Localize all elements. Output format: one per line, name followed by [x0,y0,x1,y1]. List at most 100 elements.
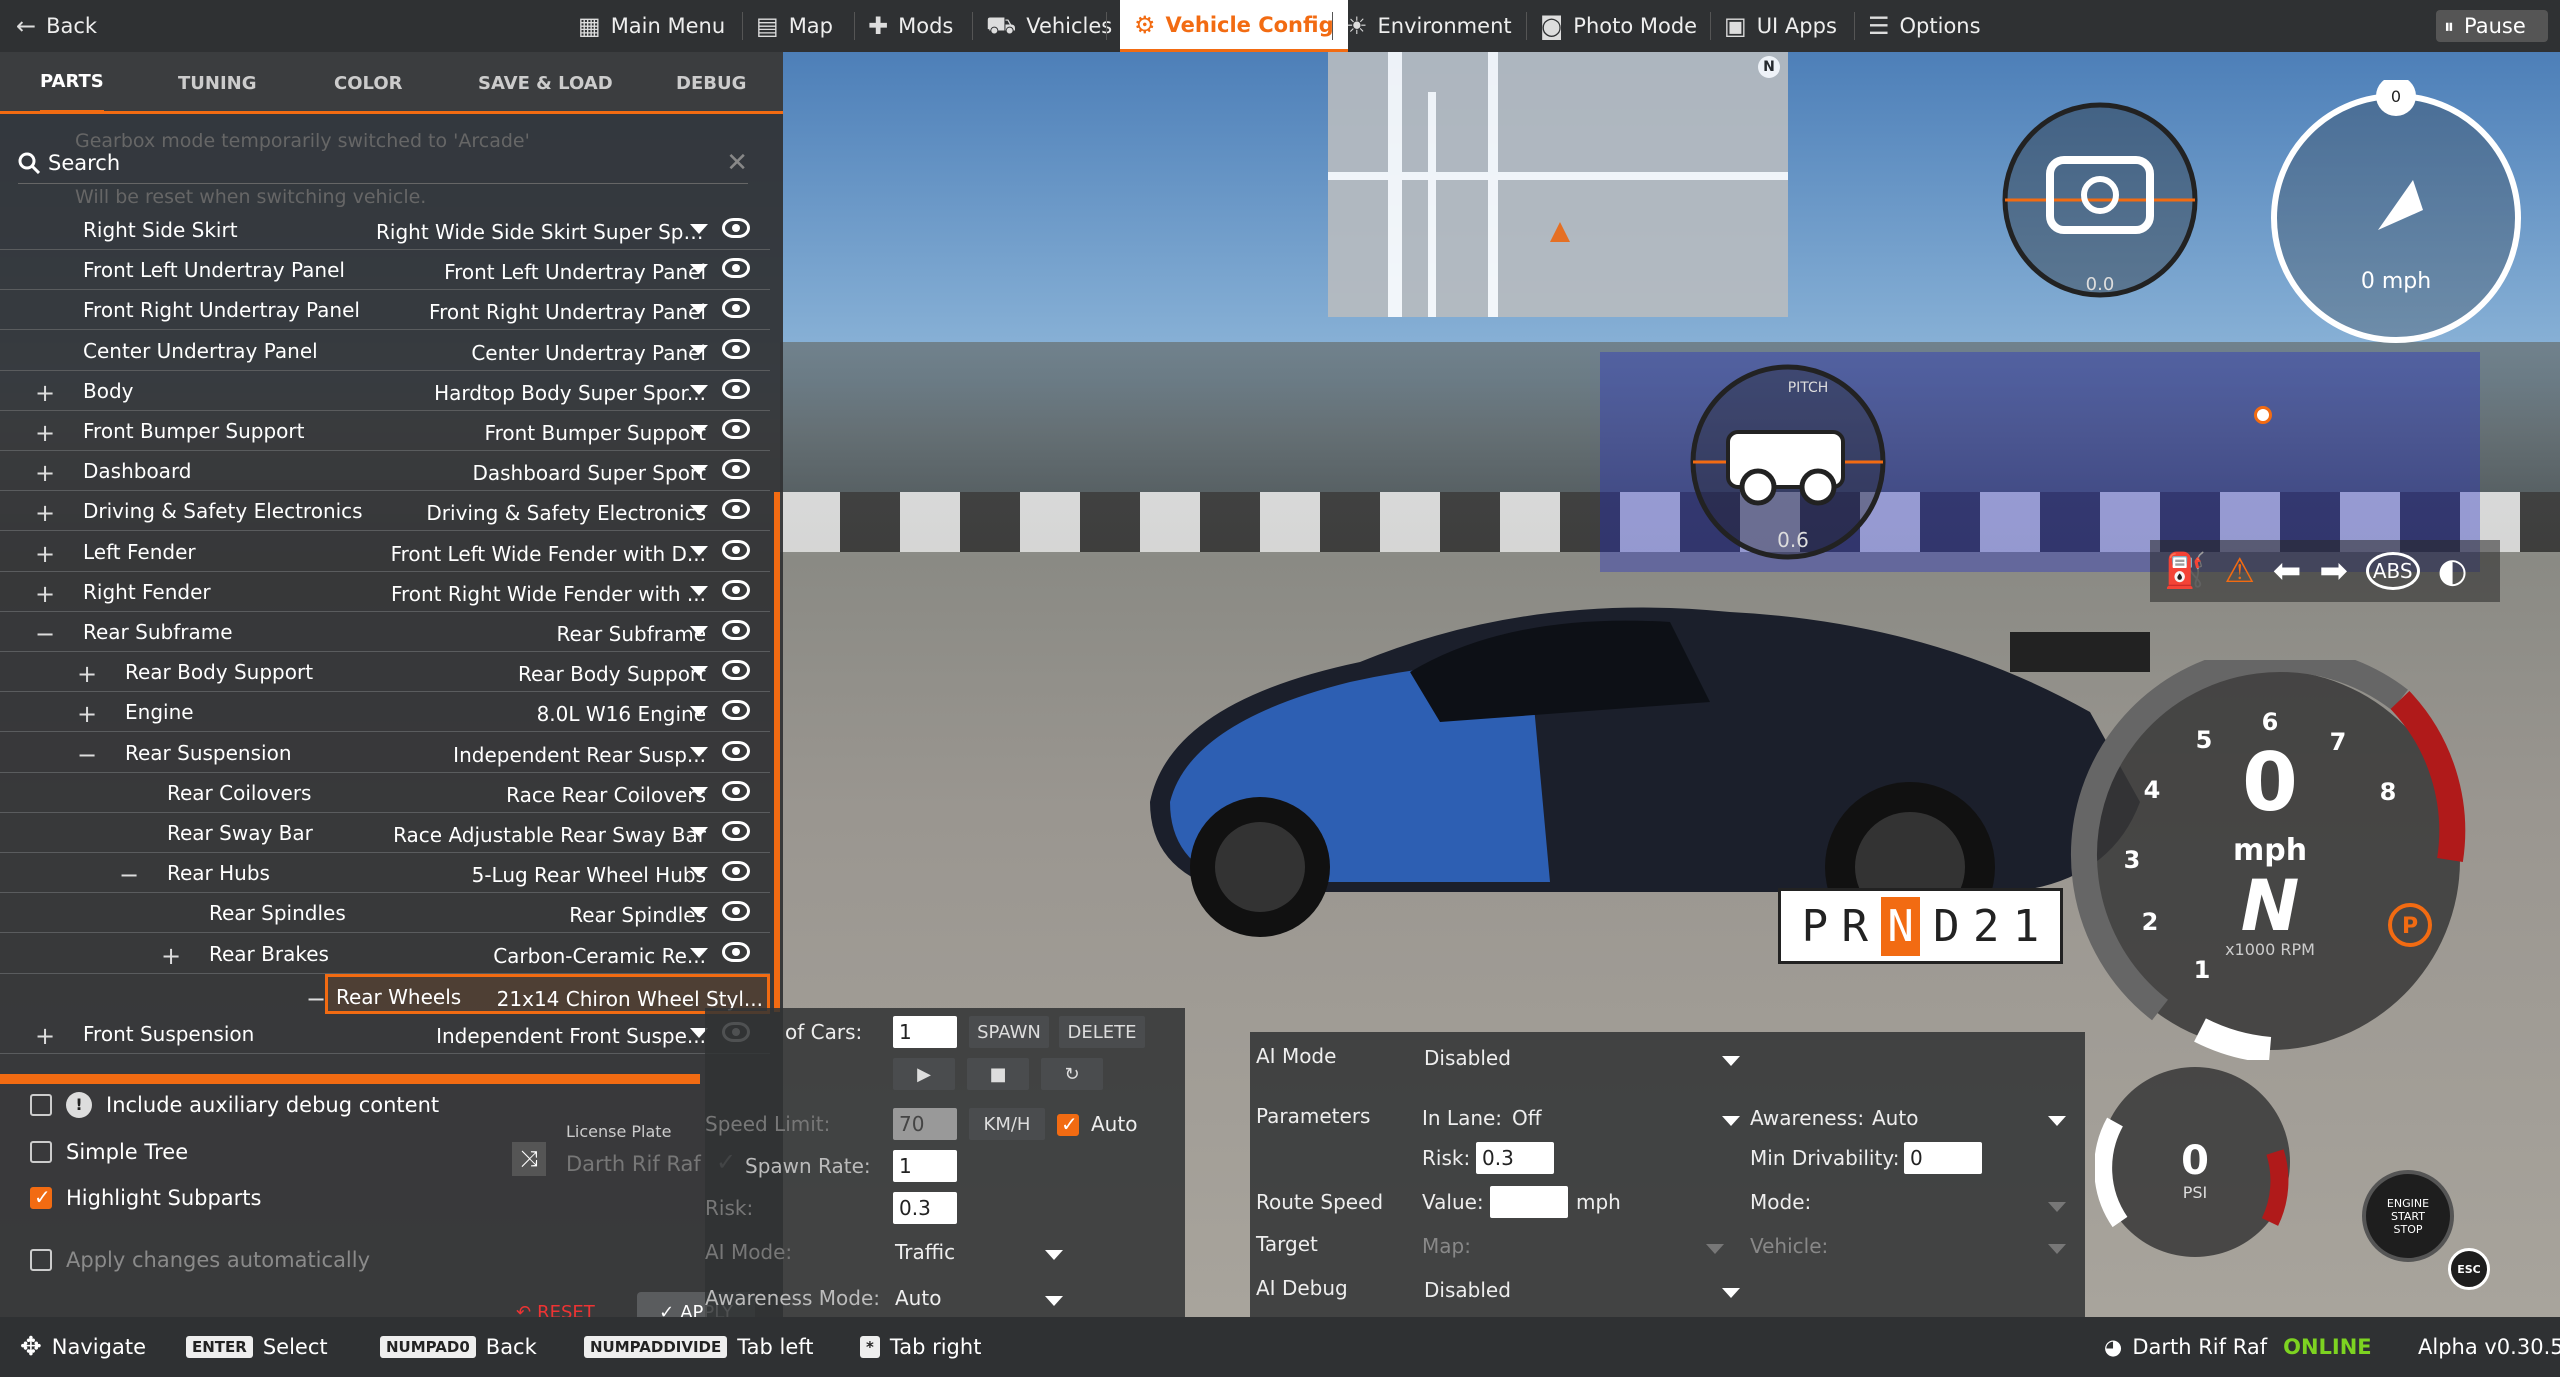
auto-checkbox[interactable] [1057,1112,1079,1136]
nav-environment[interactable]: ☀ Environment [1346,0,1512,52]
clear-search-icon[interactable]: ✕ [726,148,748,178]
nav-mods[interactable]: ✚ Mods [868,0,953,52]
visibility-eye-icon[interactable] [722,258,750,279]
checkbox[interactable] [30,1249,52,1271]
parts-tree-row[interactable]: Rear Spindles Rear Spindles [0,893,770,934]
checkbox[interactable] [30,1185,52,1209]
nav-options[interactable]: ☰ Options [1868,0,1981,52]
chevron-down-icon[interactable] [1722,1116,1740,1126]
min-drivability-input[interactable]: 0 [1904,1142,1982,1174]
nav-map[interactable]: ▤ Map [756,0,833,52]
tab-parts[interactable]: PARTS [40,52,104,114]
option-highlight-subparts[interactable]: Highlight Subparts [30,1185,261,1210]
checkbox[interactable] [30,1141,52,1163]
chevron-down-icon[interactable] [2048,1244,2066,1254]
visibility-eye-icon[interactable] [722,298,750,319]
nav-photo-mode[interactable]: ◙ Photo Mode [1540,0,1697,52]
refresh-button[interactable]: ↻ [1041,1058,1103,1090]
visibility-eye-icon[interactable] [722,861,750,882]
chevron-down-icon[interactable] [690,224,708,234]
expand-icon[interactable]: + [35,419,55,447]
chevron-down-icon[interactable] [690,827,708,837]
visibility-eye-icon[interactable] [722,338,750,359]
visibility-eye-icon[interactable] [722,901,750,922]
expand-icon[interactable]: + [77,700,97,728]
visibility-eye-icon[interactable] [722,941,750,962]
chevron-down-icon[interactable] [2048,1202,2066,1212]
parts-tree-row[interactable]: Front Right Undertray Panel Front Right U… [0,290,770,331]
part-select-value[interactable]: 8.0L W16 Engine [537,702,706,726]
parts-tree-row[interactable]: + Body Hardtop Body Super Spor... [0,371,770,411]
nav-vehicles[interactable]: ⛟ Vehicles [986,0,1112,52]
part-select-value[interactable]: Rear Spindles [569,903,706,927]
collapse-icon[interactable]: − [35,620,55,648]
parts-tree-row[interactable]: − Rear Suspension Independent Rear Susp... [0,733,770,773]
chevron-down-icon[interactable] [690,947,708,958]
expand-icon[interactable]: + [35,540,55,568]
part-select-value[interactable]: Rear Body Support [518,662,706,686]
parts-tree-row[interactable]: + Rear Brakes Carbon-Ceramic Re... [0,934,770,974]
chevron-down-icon[interactable] [690,867,708,878]
stop-button[interactable]: ■ [967,1058,1029,1090]
tab-tuning[interactable]: TUNING [178,52,257,114]
part-select-value[interactable]: Driving & Safety Electronics [426,501,706,525]
nav-ui-apps[interactable]: ▣ UI Apps [1724,0,1837,52]
parts-tree-row[interactable]: Rear Coilovers Race Rear Coilovers [0,773,770,813]
scrollbar[interactable] [774,492,780,1012]
expand-icon[interactable]: + [161,942,181,970]
visibility-eye-icon[interactable] [722,620,750,640]
part-select-value[interactable]: Front Right Wide Fender with ... [391,582,706,606]
tab-debug[interactable]: DEBUG [676,52,746,114]
part-select-value[interactable]: Carbon-Ceramic Re... [493,944,706,968]
part-select-value[interactable]: Rear Subframe [556,622,706,646]
option-simple-tree[interactable]: Simple Tree [30,1140,188,1164]
visibility-eye-icon[interactable] [722,660,750,681]
chevron-down-icon[interactable] [1706,1244,1724,1254]
route-speed-input[interactable] [1490,1186,1568,1218]
nav-main-menu[interactable]: ▦ Main Menu [578,0,725,52]
expand-icon[interactable]: + [35,499,55,527]
collapse-icon[interactable]: − [119,861,139,889]
parts-tree-row[interactable]: Front Left Undertray Panel Front Left Und… [0,250,770,291]
part-select-value[interactable]: Race Rear Coilovers [506,783,706,807]
speed-limit-input[interactable]: 70 [893,1108,957,1140]
chevron-down-icon[interactable] [1722,1288,1740,1298]
part-select-value[interactable]: Race Adjustable Rear Sway Bar [393,823,706,847]
chevron-down-icon[interactable] [690,706,708,717]
part-select-value[interactable]: Front Right Undertray Panel [429,300,706,324]
spawn-rate-input[interactable]: 1 [893,1150,957,1182]
minimap[interactable]: N [1328,52,1788,317]
back-button[interactable]: ← Back [16,0,97,52]
visibility-eye-icon[interactable] [722,700,750,721]
expand-icon[interactable]: + [35,379,55,407]
collapse-icon[interactable]: − [77,741,97,769]
visibility-eye-icon[interactable] [722,821,750,841]
in-lane-dropdown[interactable]: Off [1512,1106,1542,1130]
parts-tree-row[interactable]: + Engine 8.0L W16 Engine [0,692,770,733]
search-input[interactable]: Search ✕ [18,142,748,184]
chevron-down-icon[interactable] [1722,1056,1740,1066]
license-plate-field[interactable]: Darth Rif Raf [566,1152,701,1176]
parts-tree-row[interactable]: + Right Fender Front Right Wide Fender wit… [0,572,770,612]
part-select-value[interactable]: Independent Front Suspe... [436,1024,706,1048]
part-select-value[interactable]: Right Wide Side Skirt Super Sport [376,220,706,244]
part-select-value[interactable]: Hardtop Body Super Spor... [434,381,706,405]
parts-tree-row[interactable]: Right Side Skirt Right Wide Side Skirt Su… [0,210,770,250]
visibility-eye-icon[interactable] [722,378,750,399]
chevron-down-icon[interactable] [690,304,708,315]
checkbox[interactable] [30,1094,52,1116]
risk-input[interactable]: 0.3 [893,1192,957,1224]
nav-vehicle-config[interactable]: ⚙ Vehicle Config [1120,0,1348,52]
visibility-eye-icon[interactable] [722,218,750,238]
chevron-down-icon[interactable] [690,666,708,677]
part-select-value[interactable]: Independent Rear Susp... [453,743,706,767]
unit-button[interactable]: KM/H [969,1108,1045,1140]
expand-icon[interactable]: + [35,459,55,487]
chevron-down-icon[interactable] [690,425,708,435]
expand-icon[interactable]: + [35,1022,55,1050]
collapse-icon[interactable]: − [306,985,326,1013]
part-select-value[interactable]: Front Left Wide Fender with D... [391,542,706,566]
parts-tree-row[interactable]: Rear Sway Bar Race Adjustable Rear Sway B… [0,813,770,853]
chevron-down-icon[interactable] [690,384,708,395]
part-select-value[interactable]: Center Undertray Panel [471,341,706,365]
